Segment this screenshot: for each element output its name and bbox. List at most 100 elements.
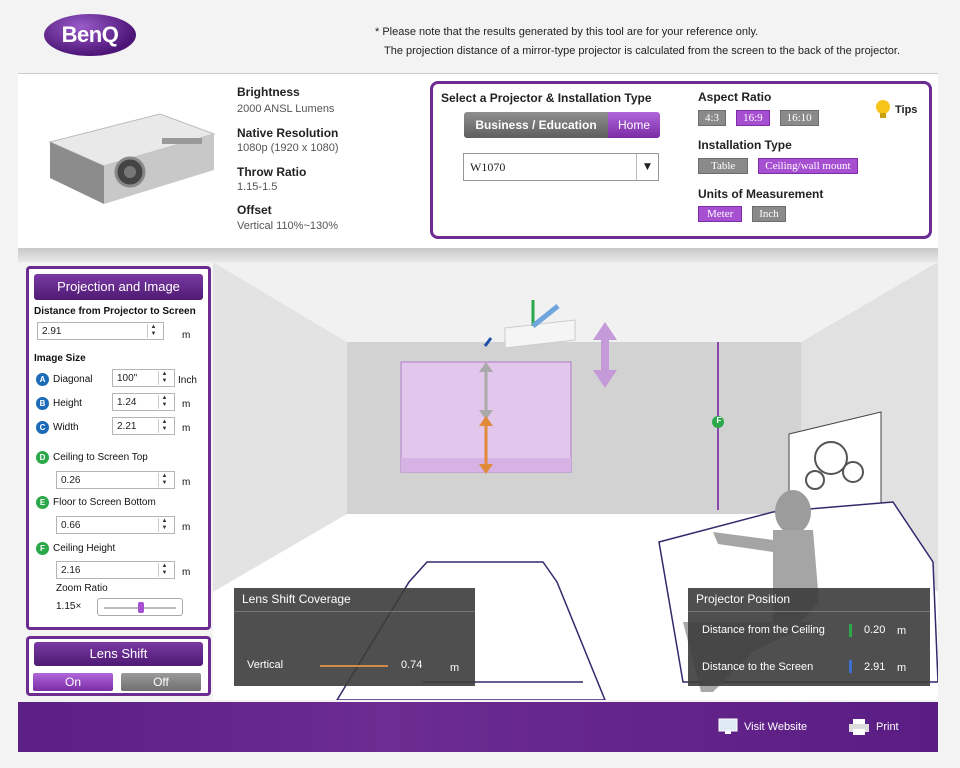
zoom-slider[interactable]	[97, 598, 183, 616]
screen-distance-value: 2.91	[864, 661, 886, 673]
ceiling-height-marker: F	[716, 416, 722, 425]
units-label: Units of Measurement	[698, 187, 824, 201]
ceiling-height-value: 2.16	[61, 564, 81, 576]
info-panel-divider	[18, 248, 938, 262]
ceiling-distance-value: 0.20	[864, 624, 886, 636]
projector-image	[48, 113, 216, 204]
lens-shift-on-button[interactable]: On	[33, 673, 113, 691]
spec-offset-value: Vertical 110%~130%	[237, 220, 339, 232]
print-button[interactable]: Print	[848, 718, 899, 736]
model-select[interactable]: W1070 ▼	[463, 153, 659, 181]
distance-input[interactable]: 2.91 ▲ ▼	[37, 322, 164, 340]
badge-d: D	[36, 451, 49, 464]
stepper-icon[interactable]: ▲ ▼	[158, 563, 170, 577]
zoom-ratio-label: Zoom Ratio	[56, 583, 108, 594]
height-input[interactable]: 1.24 ▲ ▼	[112, 393, 175, 411]
ceiling-height-input[interactable]: 2.16 ▲ ▼	[56, 561, 175, 579]
distance-label: Distance from Projector to Screen	[34, 306, 196, 317]
installation-options: Table Ceiling/wall mount	[698, 158, 858, 174]
diagonal-row: A Diagonal	[36, 373, 92, 386]
disclaimer-note: * Please note that the results generated…	[375, 26, 759, 38]
badge-a: A	[36, 373, 49, 386]
spec-resolution-title: Native Resolution	[237, 126, 339, 140]
projector-position-title: Projector Position	[688, 588, 930, 612]
monitor-icon	[718, 718, 738, 734]
model-select-value: W1070	[470, 159, 506, 174]
segment-business-education[interactable]: Business / Education	[464, 112, 608, 138]
tips-button[interactable]: Tips	[875, 99, 917, 121]
spec-brightness-value: 2000 ANSL Lumens	[237, 103, 335, 115]
spec-resolution-value: 1080p (1920 x 1080)	[237, 142, 339, 154]
width-row: C Width	[36, 421, 79, 434]
diagonal-label: Diagonal	[53, 374, 93, 385]
zoom-slider-handle[interactable]	[138, 602, 144, 613]
aspect-ratio-options: 4:3 16:9 16:10	[698, 110, 819, 126]
aspect-4-3[interactable]: 4:3	[698, 110, 727, 126]
stepper-icon[interactable]: ▲ ▼	[158, 395, 170, 409]
spec-brightness-title: Brightness	[237, 85, 300, 99]
segment-home[interactable]: Home	[608, 112, 660, 138]
ceiling-top-input[interactable]: 0.26 ▲ ▼	[56, 471, 175, 489]
stepper-icon[interactable]: ▲ ▼	[158, 473, 170, 487]
lens-shift-off-button[interactable]: Off	[121, 673, 201, 691]
unit-meter[interactable]: Meter	[698, 206, 743, 222]
vertical-label: Vertical	[247, 659, 284, 671]
height-unit: m	[182, 399, 191, 410]
printer-icon	[849, 719, 869, 735]
aspect-16-10[interactable]: 16:10	[779, 110, 819, 126]
width-input[interactable]: 2.21 ▲ ▼	[112, 417, 175, 435]
badge-c: C	[36, 421, 49, 434]
select-projector-title: Select a Projector & Installation Type	[441, 91, 652, 105]
visit-website-label: Visit Website	[744, 721, 808, 733]
floor-bottom-unit: m	[182, 522, 191, 533]
ceiling-top-value: 0.26	[61, 474, 81, 486]
floor-bottom-value: 0.66	[61, 519, 81, 531]
zoom-ratio-value: 1.15×	[56, 601, 82, 612]
diagonal-value: 100"	[117, 372, 138, 384]
ceiling-height-row: F Ceiling Height	[36, 542, 115, 555]
vertical-unit: m	[450, 662, 460, 674]
lightbulb-icon	[876, 100, 890, 118]
aspect-ratio-label: Aspect Ratio	[698, 90, 772, 104]
height-label: Height	[53, 398, 82, 409]
width-label: Width	[53, 422, 79, 433]
install-table[interactable]: Table	[698, 158, 749, 174]
floor-bottom-input[interactable]: 0.66 ▲ ▼	[56, 516, 175, 534]
spec-offset-title: Offset	[237, 203, 272, 217]
image-size-label: Image Size	[34, 353, 86, 364]
stepper-icon[interactable]: ▲ ▼	[147, 324, 159, 338]
stepper-icon[interactable]: ▲ ▼	[158, 419, 170, 433]
lens-shift-title: Lens Shift	[34, 642, 203, 666]
stepper-icon[interactable]: ▲ ▼	[158, 371, 170, 385]
stepper-icon[interactable]: ▲ ▼	[158, 518, 170, 532]
screen-distance-unit: m	[897, 662, 907, 674]
ceiling-top-unit: m	[182, 477, 191, 488]
floor-bottom-label: Floor to Screen Bottom	[53, 497, 156, 508]
vertical-value: 0.74	[401, 659, 423, 671]
width-unit: m	[182, 423, 191, 434]
diagonal-input[interactable]: 100" ▲ ▼	[112, 369, 175, 387]
width-value: 2.21	[117, 420, 137, 432]
install-ceiling-wall[interactable]: Ceiling/wall mount	[758, 158, 858, 174]
benq-logo: BenQ	[44, 14, 136, 56]
lens-shift-coverage-panel: Lens Shift Coverage	[234, 588, 475, 686]
print-label: Print	[876, 721, 899, 733]
visit-website-button[interactable]: Visit Website	[718, 718, 807, 736]
distance-value: 2.91	[42, 325, 62, 337]
spec-throw-title: Throw Ratio	[237, 165, 307, 179]
aspect-16-9[interactable]: 16:9	[736, 110, 770, 126]
lens-shift-coverage-title: Lens Shift Coverage	[234, 588, 475, 612]
chevron-down-icon[interactable]: ▼	[636, 154, 658, 180]
floor-bottom-row: E Floor to Screen Bottom	[36, 496, 156, 509]
diagonal-unit: Inch	[178, 375, 197, 386]
ceiling-distance-unit: m	[897, 625, 907, 637]
screen-distance-indicator	[849, 660, 852, 673]
unit-inch[interactable]: Inch	[752, 206, 786, 222]
vertical-coverage-bar	[320, 665, 388, 667]
badge-e: E	[36, 496, 49, 509]
segment-selector: Business / Education Home	[464, 112, 660, 138]
projection-image-title: Projection and Image	[34, 274, 203, 300]
height-row: B Height	[36, 397, 82, 410]
ceiling-top-row: D Ceiling to Screen Top	[36, 451, 148, 464]
installation-type-label: Installation Type	[698, 138, 792, 152]
